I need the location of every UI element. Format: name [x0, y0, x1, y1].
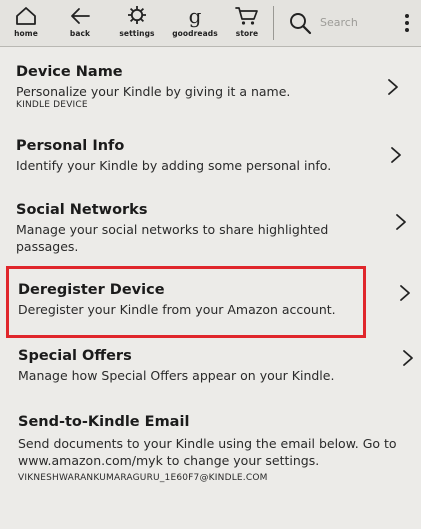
row-description: Personalize your Kindle by giving it a n… — [16, 84, 291, 99]
store-button[interactable]: store — [223, 4, 271, 42]
row-description: Identify your Kindle by adding some pers… — [16, 158, 332, 173]
store-label: store — [235, 29, 259, 38]
settings-label: settings — [119, 29, 155, 38]
top-toolbar: home back settings g goodreads store Sea… — [0, 0, 421, 47]
more-menu-button[interactable] — [398, 12, 416, 34]
toolbar-divider — [273, 6, 274, 40]
list-item-social-networks[interactable]: Social Networks Manage your social netwo… — [0, 196, 421, 258]
row-description: Manage how Special Offers appear on your… — [18, 368, 335, 383]
search-field[interactable]: Search — [282, 8, 390, 38]
row-title: Device Name — [16, 64, 123, 80]
row-value: KINDLE DEVICE — [16, 100, 88, 110]
gear-icon — [113, 4, 161, 26]
home-button[interactable]: home — [2, 4, 50, 42]
row-value: VIKNESHWARANKUMARAGURU_1E60F7@KINDLE.COM — [18, 473, 268, 483]
chevron-right-icon — [403, 350, 413, 366]
row-description: Manage your social networks to share hig… — [16, 222, 329, 254]
settings-button[interactable]: settings — [113, 4, 161, 42]
row-title: Social Networks — [16, 202, 148, 218]
more-vertical-icon — [405, 14, 409, 32]
row-title: Special Offers — [18, 348, 132, 364]
cart-icon — [223, 4, 271, 26]
list-item-special-offers[interactable]: Special Offers Manage how Special Offers… — [0, 346, 421, 396]
list-item-send-to-kindle-email[interactable]: Send-to-Kindle Email Send documents to y… — [0, 412, 421, 494]
search-placeholder: Search — [320, 16, 358, 29]
home-icon — [2, 4, 50, 26]
list-item-personal-info[interactable]: Personal Info Identify your Kindle by ad… — [0, 132, 421, 180]
goodreads-label: goodreads — [172, 29, 218, 38]
highlight-box — [6, 266, 366, 338]
row-description: Send documents to your Kindle using the … — [18, 436, 397, 468]
row-title: Send-to-Kindle Email — [18, 414, 190, 430]
chevron-right-icon — [400, 285, 410, 301]
back-arrow-icon — [56, 4, 104, 26]
search-icon — [288, 11, 312, 39]
home-label: home — [14, 29, 38, 38]
goodreads-glyph: g — [188, 4, 202, 28]
goodreads-icon: g — [171, 4, 219, 26]
goodreads-button[interactable]: g goodreads — [171, 4, 219, 42]
chevron-right-icon — [396, 214, 406, 230]
list-item-device-name[interactable]: Device Name Personalize your Kindle by g… — [0, 60, 421, 118]
chevron-right-icon — [388, 79, 398, 95]
chevron-right-icon — [391, 147, 401, 163]
back-label: back — [69, 29, 91, 38]
back-button[interactable]: back — [56, 4, 104, 42]
row-title: Personal Info — [16, 138, 125, 154]
